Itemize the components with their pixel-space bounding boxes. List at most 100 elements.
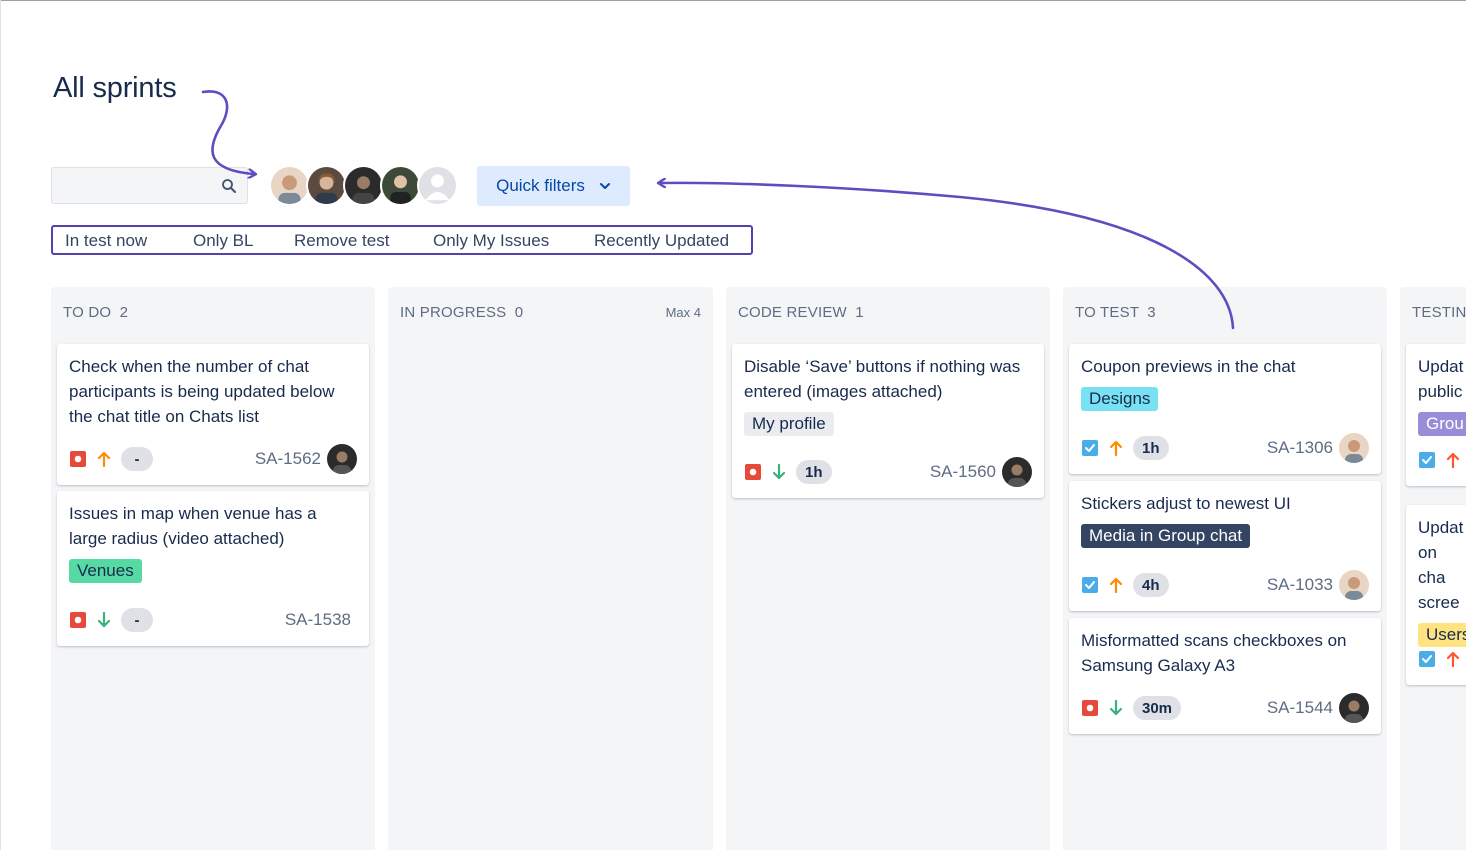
column-max-limit: Max 4 (665, 305, 701, 320)
column-name: TO TEST (1075, 304, 1139, 321)
card-title: Misformatted scans checkboxes on Samsung… (1081, 631, 1347, 675)
column-header: TESTING (1412, 304, 1466, 321)
epic-label: Grou (1418, 412, 1466, 436)
column-count: 3 (1147, 304, 1156, 321)
column-testing: TESTING Updat public Grou Updat on cha s… (1400, 287, 1466, 850)
assignee-avatar[interactable] (327, 444, 357, 474)
epic-label: Venues (69, 559, 142, 583)
issue-key[interactable]: SA-1033 (1267, 575, 1333, 595)
issue-card-SA-1538[interactable]: Issues in map when venue has a large rad… (57, 491, 369, 646)
avatar-user-2[interactable] (306, 165, 347, 206)
priority-highest-icon (1446, 651, 1460, 668)
card-footer: 4h SA-1033 (1081, 570, 1369, 600)
issue-card-testing-2[interactable]: Updat on cha scree Users (1406, 505, 1466, 685)
column-header: TO DO 2 (63, 304, 128, 321)
card-title: Coupon previews in the chat (1081, 357, 1296, 376)
column-to-test: TO TEST 3 Coupon previews in the chat De… (1063, 287, 1387, 850)
issue-card-SA-1560[interactable]: Disable ‘Save’ buttons if nothing was en… (732, 344, 1044, 498)
column-name: TESTING (1412, 304, 1466, 321)
assignee-avatar[interactable] (1339, 693, 1369, 723)
bug-icon (1082, 700, 1098, 716)
priority-low-icon (772, 463, 786, 480)
estimate-badge: 30m (1133, 696, 1182, 720)
column-count: 2 (119, 304, 129, 321)
priority-high-icon (1109, 440, 1123, 457)
card-footer: - SA-1562 (69, 444, 357, 474)
card-footer (1418, 645, 1466, 673)
search-icon (222, 179, 236, 193)
arrow-title-to-avatars (201, 90, 254, 174)
epic-label: Designs (1081, 387, 1159, 411)
issue-card-SA-1033[interactable]: Stickers adjust to newest UI Media in Gr… (1069, 481, 1381, 611)
window-left-border (0, 0, 1, 850)
filter-remove-test[interactable]: Remove test (294, 231, 389, 251)
filter-in-test-now[interactable]: In test now (65, 231, 147, 251)
avatar-user-3[interactable] (343, 165, 384, 206)
page-title: All sprints (53, 72, 177, 104)
assignee-avatar[interactable] (1339, 570, 1369, 600)
priority-high-icon (1109, 577, 1123, 594)
assignee-avatar[interactable] (1339, 433, 1369, 463)
quick-filter-bar: In test now Only BL Remove test Only My … (51, 225, 753, 255)
chevron-down-icon (599, 183, 610, 189)
column-count: 0 (514, 304, 524, 321)
issue-key[interactable]: SA-1560 (930, 462, 996, 482)
priority-low-icon (97, 611, 111, 628)
issue-card-SA-1306[interactable]: Coupon previews in the chat Designs 1h S… (1069, 344, 1381, 474)
epic-label: My profile (744, 412, 834, 436)
avatar-user-4[interactable] (380, 165, 421, 206)
epic-label: Users (1418, 623, 1466, 647)
epic-label: Media in Group chat (1081, 524, 1251, 548)
issue-key[interactable]: SA-1562 (255, 449, 321, 469)
card-title: Issues in map when venue has a large rad… (69, 504, 317, 548)
search-input[interactable] (52, 168, 228, 201)
issue-card-testing-1[interactable]: Updat public Grou (1406, 344, 1466, 486)
filter-recently-updated[interactable]: Recently Updated (594, 231, 729, 251)
estimate-badge: 4h (1133, 573, 1169, 597)
issue-key[interactable]: SA-1538 (285, 610, 351, 630)
column-in-progress: IN PROGRESS 0 Max 4 (388, 287, 713, 850)
card-footer: 1h SA-1306 (1081, 433, 1369, 463)
filter-only-bl[interactable]: Only BL (193, 231, 253, 251)
priority-high-icon (97, 451, 111, 468)
issue-card-SA-1544[interactable]: Misformatted scans checkboxes on Samsung… (1069, 618, 1381, 734)
issue-card-SA-1562[interactable]: Check when the number of chat participan… (57, 344, 369, 485)
card-footer (1418, 446, 1466, 474)
assignee-avatar[interactable] (1002, 457, 1032, 487)
avatar-unassigned[interactable] (417, 165, 458, 206)
column-name: CODE REVIEW (738, 304, 847, 321)
filter-only-my-issues[interactable]: Only My Issues (433, 231, 549, 251)
estimate-badge: 1h (796, 460, 832, 484)
search-field[interactable] (51, 167, 248, 204)
task-checkbox-icon (1082, 577, 1098, 593)
card-title: Stickers adjust to newest UI (1081, 494, 1291, 513)
quick-filters-label: Quick filters (496, 176, 585, 195)
card-footer: - SA-1538 (69, 606, 357, 634)
column-header: IN PROGRESS 0 (400, 304, 523, 321)
task-checkbox-icon (1419, 651, 1435, 667)
avatar-user-1[interactable] (269, 165, 310, 206)
estimate-badge: - (121, 608, 153, 632)
estimate-badge: - (121, 447, 153, 471)
column-name: TO DO (63, 304, 112, 321)
estimate-badge: 1h (1133, 436, 1169, 460)
quick-filters-button[interactable]: Quick filters (477, 166, 630, 206)
bug-icon (70, 612, 86, 628)
column-header: CODE REVIEW 1 (738, 304, 864, 321)
bug-icon (70, 451, 86, 467)
column-count: 1 (855, 304, 864, 321)
card-title: Disable ‘Save’ buttons if nothing was en… (744, 357, 1021, 401)
card-title: Check when the number of chat participan… (69, 357, 335, 426)
card-footer: 1h SA-1560 (744, 457, 1032, 487)
priority-low-icon (1109, 699, 1123, 716)
card-title: Updat on cha scree (1418, 518, 1464, 612)
window-top-border (0, 0, 1466, 1)
task-checkbox-icon (1419, 452, 1435, 468)
bug-icon (745, 464, 761, 480)
column-to-do: TO DO 2 Check when the number of chat pa… (51, 287, 375, 850)
column-code-review: CODE REVIEW 1 Disable ‘Save’ buttons if … (726, 287, 1050, 850)
column-header: TO TEST 3 (1075, 304, 1156, 321)
task-checkbox-icon (1082, 440, 1098, 456)
issue-key[interactable]: SA-1306 (1267, 438, 1333, 458)
issue-key[interactable]: SA-1544 (1267, 698, 1333, 718)
